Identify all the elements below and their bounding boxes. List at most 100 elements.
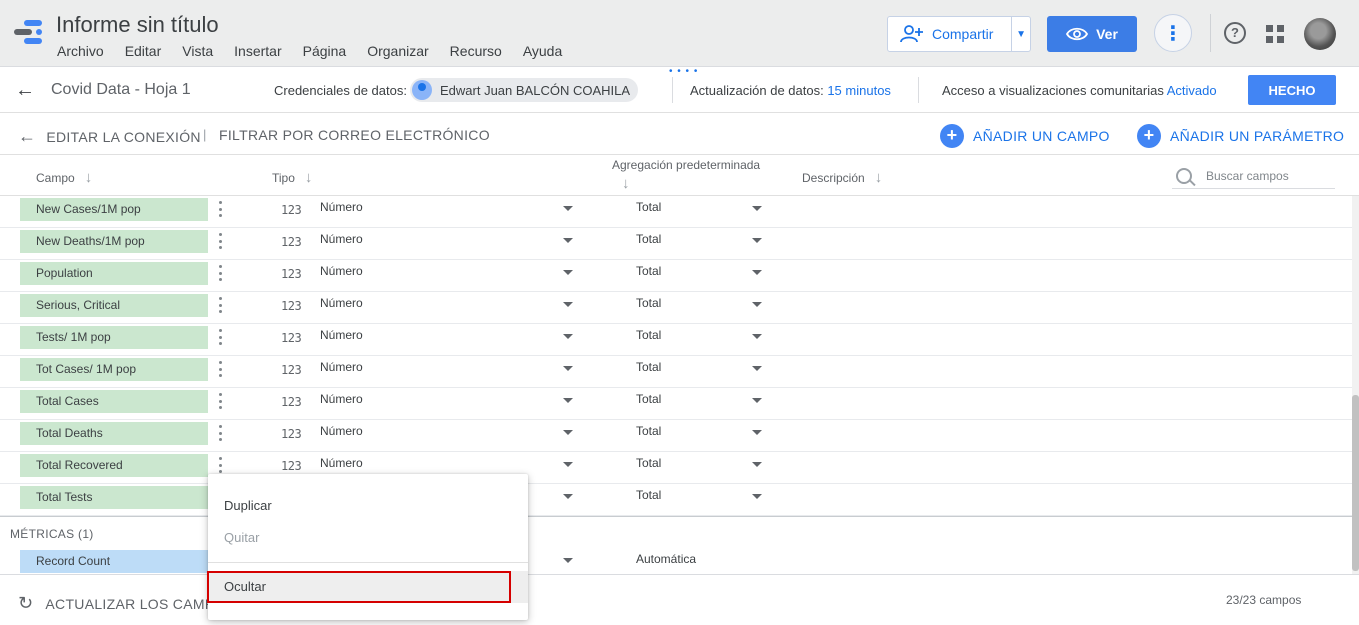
- data-refresh-value[interactable]: 15 minutos: [827, 83, 891, 98]
- aggregation-dropdown-icon[interactable]: [752, 238, 762, 243]
- field-name-chip[interactable]: New Deaths/1M pop: [20, 230, 208, 253]
- field-name-chip[interactable]: Total Recovered: [20, 454, 208, 477]
- sort-arrow-icon[interactable]: ↓: [875, 169, 883, 186]
- menu-insertar[interactable]: Insertar: [234, 43, 281, 59]
- aggregation-value[interactable]: Total: [636, 488, 661, 502]
- done-button[interactable]: HECHO: [1248, 75, 1336, 105]
- field-options-icon[interactable]: [217, 231, 223, 251]
- column-header-type[interactable]: Tipo ↓: [272, 169, 312, 186]
- field-options-icon[interactable]: [217, 295, 223, 315]
- aggregation-dropdown-icon[interactable]: [752, 334, 762, 339]
- aggregation-dropdown-icon[interactable]: [752, 430, 762, 435]
- field-options-icon[interactable]: [217, 359, 223, 379]
- aggregation-value[interactable]: Total: [636, 392, 661, 406]
- field-type-value[interactable]: Número: [320, 392, 363, 406]
- add-parameter-button[interactable]: + AÑADIR UN PARÁMETRO: [1137, 124, 1344, 148]
- sort-arrow-icon[interactable]: ↓: [305, 169, 313, 186]
- datasource-name[interactable]: Covid Data - Hoja 1: [51, 81, 191, 99]
- column-header-description[interactable]: Descripción ↓: [802, 169, 882, 186]
- aggregation-dropdown-icon[interactable]: [752, 462, 762, 467]
- type-dropdown-icon[interactable]: [563, 462, 573, 467]
- menu-editar[interactable]: Editar: [125, 43, 162, 59]
- field-options-icon[interactable]: [217, 423, 223, 443]
- type-dropdown-icon[interactable]: [563, 430, 573, 435]
- column-header-field[interactable]: Campo ↓: [36, 169, 92, 186]
- field-name-chip[interactable]: Serious, Critical: [20, 294, 208, 317]
- field-name-chip[interactable]: Tot Cases/ 1M pop: [20, 358, 208, 381]
- user-avatar[interactable]: [1304, 18, 1336, 50]
- scrollbar-thumb[interactable]: [1352, 395, 1359, 571]
- aggregation-value[interactable]: Total: [636, 200, 661, 214]
- back-arrow-icon[interactable]: ←: [15, 79, 35, 102]
- field-options-icon[interactable]: [217, 327, 223, 347]
- menu-organizar[interactable]: Organizar: [367, 43, 428, 59]
- field-name-chip[interactable]: Total Cases: [20, 390, 208, 413]
- type-dropdown-icon[interactable]: [563, 558, 573, 563]
- metric-name-chip[interactable]: Record Count: [20, 550, 208, 573]
- field-name-chip[interactable]: Population: [20, 262, 208, 285]
- aggregation-dropdown-icon[interactable]: [752, 494, 762, 499]
- filter-by-email-button[interactable]: FILTRAR POR CORREO ELECTRÓNICO: [219, 127, 490, 143]
- type-dropdown-icon[interactable]: [563, 302, 573, 307]
- field-type-value[interactable]: Número: [320, 360, 363, 374]
- menu-item-duplicate[interactable]: Duplicar: [208, 490, 528, 522]
- apps-grid-icon[interactable]: [1266, 25, 1284, 43]
- more-options-icon[interactable]: ⋮: [1154, 14, 1192, 52]
- field-options-icon[interactable]: [217, 391, 223, 411]
- edit-connection-button[interactable]: ← EDITAR LA CONEXIÓN: [18, 126, 201, 147]
- field-type-value[interactable]: Número: [320, 200, 363, 214]
- help-icon[interactable]: ?: [1224, 22, 1246, 44]
- field-type-value[interactable]: Número: [320, 424, 363, 438]
- share-dropdown-icon[interactable]: ▼: [1012, 29, 1030, 40]
- field-type-value[interactable]: Número: [320, 456, 363, 470]
- add-field-button[interactable]: + AÑADIR UN CAMPO: [940, 124, 1110, 148]
- field-name-chip[interactable]: Tests/ 1M pop: [20, 326, 208, 349]
- field-name-chip[interactable]: New Cases/1M pop: [20, 198, 208, 221]
- aggregation-value[interactable]: Total: [636, 424, 661, 438]
- field-type-value[interactable]: Número: [320, 296, 363, 310]
- menu-vista[interactable]: Vista: [182, 43, 213, 59]
- aggregation-value[interactable]: Total: [636, 264, 661, 278]
- type-dropdown-icon[interactable]: [563, 206, 573, 211]
- aggregation-value[interactable]: Total: [636, 296, 661, 310]
- share-main[interactable]: Compartir: [888, 17, 1013, 51]
- menu-recurso[interactable]: Recurso: [450, 43, 502, 59]
- type-dropdown-icon[interactable]: [563, 238, 573, 243]
- aggregation-dropdown-icon[interactable]: [752, 398, 762, 403]
- field-type-value[interactable]: Número: [320, 264, 363, 278]
- field-options-icon[interactable]: [217, 263, 223, 283]
- aggregation-dropdown-icon[interactable]: [752, 206, 762, 211]
- aggregation-value[interactable]: Total: [636, 360, 661, 374]
- type-dropdown-icon[interactable]: [563, 494, 573, 499]
- type-dropdown-icon[interactable]: [563, 270, 573, 275]
- field-options-icon[interactable]: [217, 455, 223, 475]
- aggregation-value[interactable]: Total: [636, 328, 661, 342]
- type-dropdown-icon[interactable]: [563, 334, 573, 339]
- view-button[interactable]: Ver: [1047, 16, 1137, 52]
- menu-ayuda[interactable]: Ayuda: [523, 43, 562, 59]
- sort-arrow-icon[interactable]: ↓: [85, 169, 93, 186]
- column-header-aggregation[interactable]: Agregación predeterminada: [612, 158, 760, 172]
- aggregation-dropdown-icon[interactable]: [752, 366, 762, 371]
- menu-archivo[interactable]: Archivo: [57, 43, 104, 59]
- refresh-fields-button[interactable]: ↻ ACTUALIZAR LOS CAMPOS: [18, 593, 235, 614]
- search-fields-input[interactable]: [1206, 168, 1334, 183]
- data-studio-logo-icon[interactable]: [14, 18, 44, 48]
- field-name-chip[interactable]: Total Deaths: [20, 422, 208, 445]
- field-options-icon[interactable]: [217, 199, 223, 219]
- aggregation-dropdown-icon[interactable]: [752, 302, 762, 307]
- credentials-chip[interactable]: Edwart Juan BALCÓN COAHILA: [410, 78, 638, 102]
- type-dropdown-icon[interactable]: [563, 398, 573, 403]
- aggregation-dropdown-icon[interactable]: [752, 270, 762, 275]
- field-type-value[interactable]: Número: [320, 328, 363, 342]
- type-dropdown-icon[interactable]: [563, 366, 573, 371]
- community-access-value[interactable]: Activado: [1167, 83, 1217, 98]
- sort-arrow-icon[interactable]: ↓: [622, 175, 630, 192]
- aggregation-value[interactable]: Total: [636, 232, 661, 246]
- menu-pagina[interactable]: Página: [303, 43, 347, 59]
- aggregation-value[interactable]: Total: [636, 456, 661, 470]
- field-name-chip[interactable]: Total Tests: [20, 486, 208, 509]
- drag-handle-icon[interactable]: • • • •: [669, 67, 698, 77]
- aggregation-value[interactable]: Automática: [636, 552, 696, 566]
- field-type-value[interactable]: Número: [320, 232, 363, 246]
